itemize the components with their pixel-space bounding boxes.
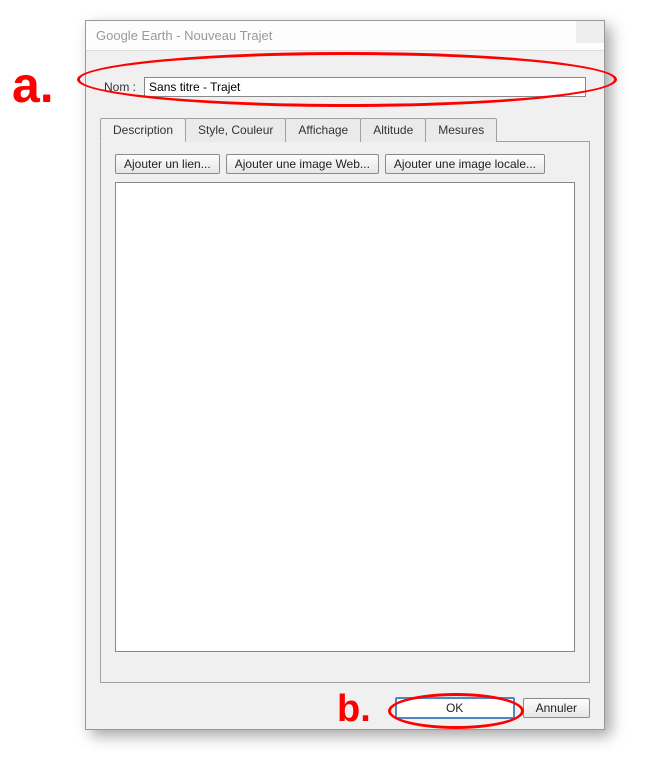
titlebar: Google Earth - Nouveau Trajet bbox=[86, 21, 604, 51]
window-title: Google Earth - Nouveau Trajet bbox=[96, 28, 272, 43]
add-web-image-button[interactable]: Ajouter une image Web... bbox=[226, 154, 379, 174]
name-row: Nom : bbox=[104, 77, 586, 97]
description-textarea[interactable] bbox=[115, 182, 575, 652]
dialog-footer: OK Annuler bbox=[395, 697, 590, 719]
add-local-image-button[interactable]: Ajouter une image locale... bbox=[385, 154, 545, 174]
annotation-label-b: b. bbox=[337, 690, 371, 728]
tabs-area: Description Style, Couleur Affichage Alt… bbox=[100, 117, 590, 683]
tab-altitude[interactable]: Altitude bbox=[360, 118, 426, 142]
description-button-row: Ajouter un lien... Ajouter une image Web… bbox=[115, 154, 575, 174]
cancel-button[interactable]: Annuler bbox=[523, 698, 590, 718]
dialog-window: Google Earth - Nouveau Trajet Nom : Desc… bbox=[85, 20, 605, 730]
ok-button[interactable]: OK bbox=[395, 697, 515, 719]
close-icon[interactable] bbox=[576, 21, 604, 43]
tab-description[interactable]: Description bbox=[100, 118, 186, 142]
add-link-button[interactable]: Ajouter un lien... bbox=[115, 154, 220, 174]
name-input[interactable] bbox=[144, 77, 586, 97]
tabstrip: Description Style, Couleur Affichage Alt… bbox=[100, 117, 590, 141]
tab-style-color[interactable]: Style, Couleur bbox=[185, 118, 286, 142]
tab-mesures[interactable]: Mesures bbox=[425, 118, 497, 142]
annotation-label-a: a. bbox=[12, 60, 54, 110]
tab-affichage[interactable]: Affichage bbox=[285, 118, 361, 142]
tab-panel-description: Ajouter un lien... Ajouter une image Web… bbox=[100, 141, 590, 683]
name-label: Nom : bbox=[104, 80, 136, 94]
